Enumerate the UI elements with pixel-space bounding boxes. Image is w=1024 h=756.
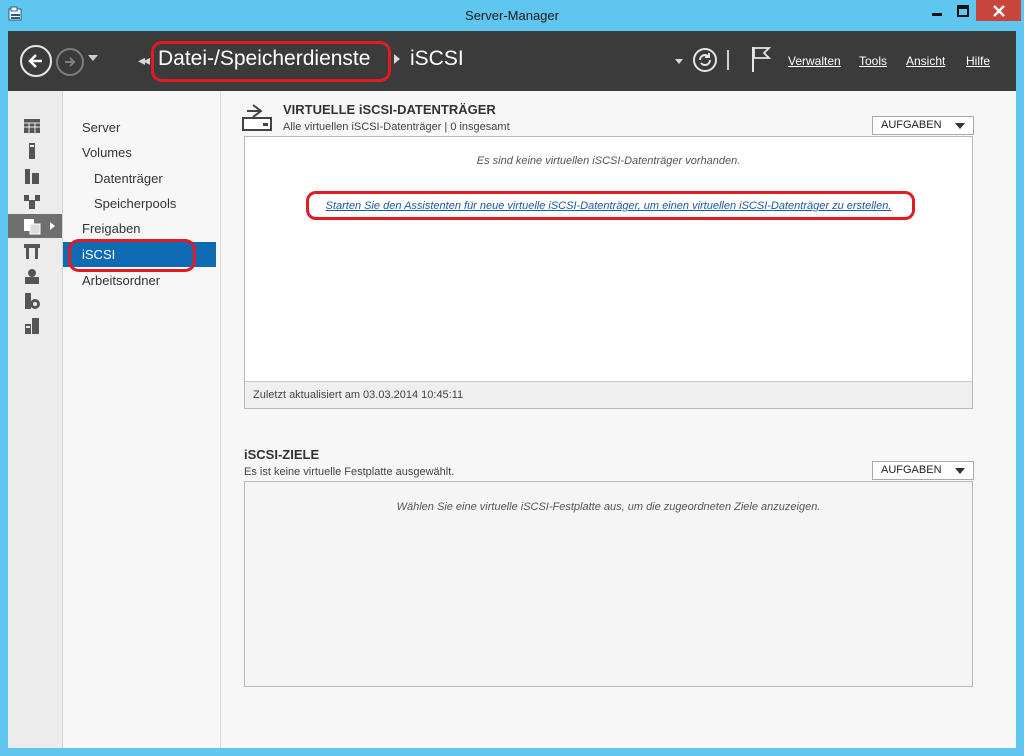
iscsi-disks-panel: Es sind keine virtuellen iSCSI-Datenträg… — [244, 136, 973, 409]
iscsi-disks-subtitle: Alle virtuellen iSCSI-Datenträger | 0 in… — [283, 121, 510, 133]
title-bar: Server-Manager — [0, 0, 1024, 31]
expand-arrow-icon[interactable] — [50, 222, 55, 230]
iconbar-iis[interactable] — [8, 239, 62, 263]
nav-item-disks[interactable]: Datenträger — [63, 166, 216, 191]
menu-tools[interactable]: Tools — [859, 54, 887, 68]
menu-help[interactable]: Hilfe — [966, 54, 990, 68]
maximize-icon — [957, 4, 969, 17]
breadcrumb-iscsi: iSCSI — [410, 47, 464, 70]
tasks-label: AUFGABEN — [881, 464, 942, 476]
forward-button[interactable] — [56, 48, 84, 76]
iconbar-local-server[interactable] — [8, 139, 62, 163]
iscsi-disks-tasks-dropdown[interactable]: AUFGABEN — [872, 116, 974, 135]
breadcrumb-back-chevron-icon[interactable]: ◂◂ — [138, 52, 150, 69]
notification-flag-icon[interactable] — [750, 45, 772, 73]
local-server-icon — [29, 143, 35, 159]
iconbar-other-roles[interactable] — [8, 314, 62, 338]
iscsi-disk-icon — [242, 104, 272, 131]
chevron-down-icon — [955, 468, 965, 474]
close-icon — [992, 4, 1005, 17]
iconbar-wsus[interactable] — [8, 289, 62, 313]
iconbar-all-servers[interactable] — [8, 164, 62, 188]
window-title: Server-Manager — [465, 8, 559, 23]
breadcrumb-separator-icon — [394, 54, 400, 64]
iis-icon — [24, 244, 40, 259]
iscsi-targets-panel: Wählen Sie eine virtuelle iSCSI-Festplat… — [244, 481, 973, 687]
iconbar-remote-access[interactable] — [8, 264, 62, 288]
iscsi-disks-title: VIRTUELLE iSCSI-DATENTRÄGER — [283, 102, 496, 117]
nav-item-volumes[interactable]: Volumes — [63, 140, 216, 165]
nav-item-server[interactable]: Server — [63, 115, 216, 140]
icon-sidebar — [8, 91, 63, 748]
iscsi-targets-tasks-dropdown[interactable]: AUFGABEN — [872, 461, 974, 480]
header-bar: ◂◂ Datei-/Speicherdienste iSCSI Verwalte… — [8, 31, 1016, 91]
iconbar-file-storage-services[interactable] — [8, 214, 62, 238]
header-divider — [727, 50, 729, 70]
arrow-right-icon — [65, 57, 76, 67]
all-servers-icon — [25, 169, 39, 184]
nav-item-shares[interactable]: Freigaben — [63, 216, 216, 241]
iscsi-disks-empty-message: Es sind keine virtuellen iSCSI-Datenträg… — [476, 155, 741, 167]
back-button[interactable] — [20, 45, 52, 77]
chevron-down-icon — [955, 123, 965, 129]
main-area: Server Volumes Datenträger Speicherpools… — [8, 91, 1016, 748]
iscsi-targets-subtitle: Es ist keine virtuelle Festplatte ausgew… — [244, 466, 455, 478]
iscsi-targets-empty-message: Wählen Sie eine virtuelle iSCSI-Festplat… — [396, 501, 821, 513]
maximize-button[interactable] — [950, 0, 976, 21]
file-storage-icon — [24, 219, 41, 235]
tasks-label: AUFGABEN — [881, 119, 942, 131]
minimize-icon — [932, 12, 942, 16]
wsus-icon — [25, 293, 40, 309]
ad-ds-icon — [24, 195, 40, 209]
highlight-box-breadcrumb — [151, 41, 391, 82]
dashboard-icon — [24, 119, 40, 133]
last-updated-text: Zuletzt aktualisiert am 03.03.2014 10:45… — [253, 389, 464, 401]
navigation-panel: Server Volumes Datenträger Speicherpools… — [63, 91, 221, 748]
highlight-box-wizard-link — [306, 191, 915, 220]
refresh-icon[interactable] — [692, 47, 718, 73]
content-area: VIRTUELLE iSCSI-DATENTRÄGER Alle virtuel… — [221, 91, 1016, 748]
iconbar-ad-ds[interactable] — [8, 189, 62, 213]
menu-view[interactable]: Ansicht — [906, 54, 945, 68]
remote-access-icon — [25, 269, 39, 284]
iscsi-targets-title: iSCSI-ZIELE — [244, 447, 320, 462]
minimize-button[interactable] — [924, 0, 950, 21]
nav-item-storage-pools[interactable]: Speicherpools — [63, 191, 216, 216]
close-button[interactable] — [976, 0, 1021, 21]
notification-dropdown-icon[interactable] — [675, 59, 683, 64]
iconbar-dashboard[interactable] — [8, 114, 62, 138]
server-roles-icon — [25, 318, 39, 334]
history-dropdown-icon[interactable] — [88, 55, 98, 61]
highlight-box-iscsi — [68, 239, 196, 272]
menu-manage[interactable]: Verwalten — [788, 54, 841, 68]
iscsi-disks-footer: Zuletzt aktualisiert am 03.03.2014 10:45… — [245, 381, 972, 408]
arrow-left-icon — [28, 54, 42, 68]
